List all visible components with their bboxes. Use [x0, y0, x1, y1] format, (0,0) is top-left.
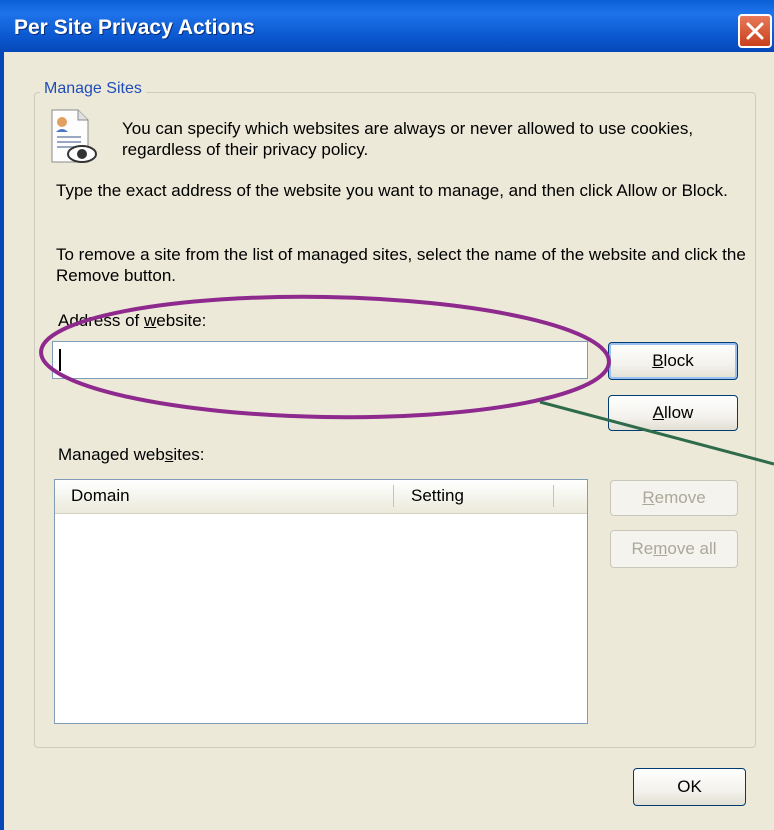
instructions-remove: To remove a site from the list of manage… [56, 245, 746, 285]
column-header-setting[interactable]: Setting [411, 486, 464, 506]
window-title: Per Site Privacy Actions [14, 16, 255, 39]
privacy-document-icon [51, 109, 97, 163]
title-bar: Per Site Privacy Actions [0, 0, 774, 52]
close-button[interactable] [738, 14, 772, 48]
block-button[interactable]: Block [608, 342, 738, 380]
address-label: Address of website: [58, 311, 207, 330]
instructions-add: Type the exact address of the website yo… [56, 181, 728, 200]
managed-websites-label: Managed websites: [58, 445, 205, 464]
column-divider[interactable] [393, 485, 394, 507]
list-header: Domain Setting [55, 480, 587, 514]
group-legend: Manage Sites [40, 80, 146, 98]
address-input[interactable] [52, 341, 588, 379]
column-divider[interactable] [553, 485, 554, 507]
window-frame-left [0, 52, 4, 830]
managed-websites-list[interactable]: Domain Setting [54, 479, 588, 724]
remove-all-button[interactable]: Remove all [610, 530, 738, 568]
intro-text: You can specify which websites are alway… [122, 119, 694, 159]
remove-button[interactable]: Remove [610, 480, 738, 516]
ok-button[interactable]: OK [633, 768, 746, 806]
close-icon [746, 22, 764, 40]
allow-button[interactable]: Allow [608, 395, 738, 431]
text-caret [59, 349, 61, 371]
column-header-domain[interactable]: Domain [71, 486, 130, 506]
